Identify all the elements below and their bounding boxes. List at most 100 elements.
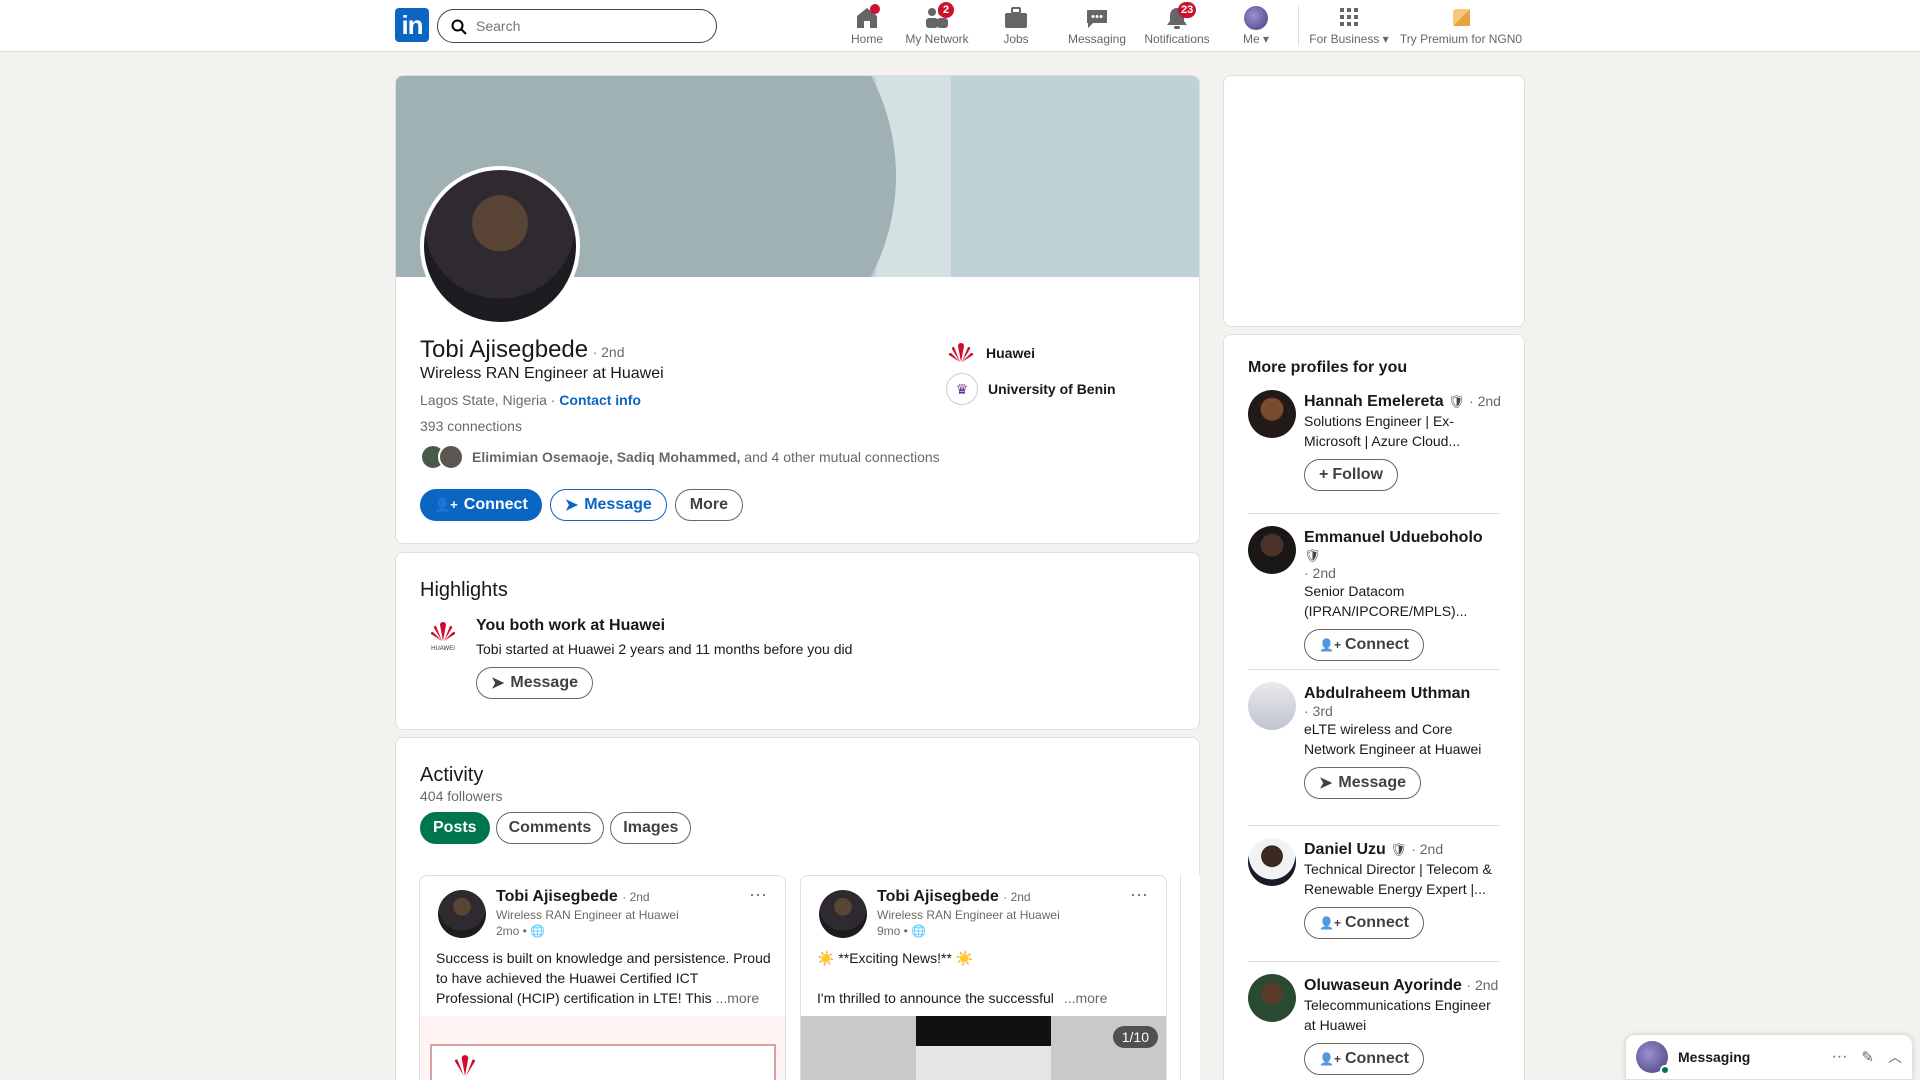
verified-icon: 🛡: [1390, 842, 1407, 857]
current-company[interactable]: Huawei: [946, 338, 1035, 368]
send-icon: ➤: [1319, 775, 1333, 792]
plus-icon: +: [1319, 466, 1329, 483]
connect-button[interactable]: 👤+ Connect: [420, 489, 542, 521]
followers-count: 404 followers: [420, 788, 503, 804]
profile-actions: 👤+ Connect ➤ Message More: [420, 489, 744, 521]
profile-avatar[interactable]: [1248, 390, 1296, 438]
post-author-avatar[interactable]: [819, 890, 867, 938]
profile-card: Tobi Ajisegbede · 2nd Wireless RAN Engin…: [395, 75, 1200, 544]
svg-text:HUAWEI: HUAWEI: [431, 646, 455, 652]
add-person-icon: 👤+: [434, 497, 458, 512]
network-icon: 2: [924, 2, 954, 30]
verified-icon: 🛡: [1304, 548, 1321, 563]
mutual-connections[interactable]: Elimimian Osemaoje, Sadiq Mohammed, and …: [420, 444, 940, 470]
briefcase-icon: [1003, 6, 1029, 30]
search-box[interactable]: [437, 9, 717, 43]
message-button[interactable]: ➤ Message: [1304, 767, 1421, 799]
tab-comments[interactable]: Comments: [495, 812, 605, 844]
search-icon: [451, 19, 467, 35]
more-options-icon[interactable]: ···: [749, 884, 767, 905]
nav-notifications[interactable]: 23 Notifications: [1140, 0, 1214, 52]
nav-jobs[interactable]: Jobs: [986, 0, 1046, 52]
suggested-profile: Emmanuel Udueboholo 🛡 · 2nd Senior Datac…: [1304, 529, 1502, 661]
send-icon: ➤: [564, 497, 579, 514]
post-author-headline: Wireless RAN Engineer at Huawei: [877, 908, 1060, 922]
profile-location: Lagos State, Nigeria ·: [420, 392, 556, 408]
post-text-line: ☀️ **Exciting News!** ☀️: [817, 950, 974, 966]
highlight-message-button[interactable]: ➤ Message: [476, 667, 593, 699]
post-card[interactable]: Tobi Ajisegbede · 2nd Wireless RAN Engin…: [800, 875, 1167, 1080]
profile-headline: Telecommunications Engineer at Huawei: [1304, 997, 1491, 1033]
tab-posts[interactable]: Posts: [420, 812, 490, 844]
next-post-peek: [1180, 875, 1200, 1080]
university-logo: ♛: [946, 373, 978, 405]
messaging-dock[interactable]: Messaging ··· ✎ ︿: [1625, 1034, 1913, 1080]
notifications-badge: 23: [1178, 2, 1197, 18]
suggested-profile: Oluwaseun Ayorinde · 2nd Telecommunicati…: [1304, 977, 1502, 1075]
caret-down-icon: ▾: [1382, 32, 1389, 46]
nav-my-network[interactable]: 2 My Network: [900, 0, 974, 52]
profile-name[interactable]: Emmanuel Udueboholo: [1304, 529, 1483, 546]
grid-icon: [1336, 6, 1362, 30]
nav-messaging[interactable]: Messaging: [1062, 0, 1132, 52]
messaging-label: Messaging: [1678, 1049, 1751, 1065]
profile-headline: Solutions Engineer | Ex-Microsoft | Azur…: [1304, 413, 1461, 449]
more-profiles-title: More profiles for you: [1248, 359, 1408, 376]
profile-photo[interactable]: [420, 166, 580, 326]
connect-button[interactable]: 👤+ Connect: [1304, 907, 1424, 939]
tab-images[interactable]: Images: [610, 812, 692, 844]
profile-name[interactable]: Oluwaseun Ayorinde: [1304, 977, 1462, 994]
profile-avatar[interactable]: [1248, 974, 1296, 1022]
more-options-icon[interactable]: ···: [1130, 884, 1148, 905]
more-options-icon[interactable]: ···: [1831, 1048, 1847, 1066]
profile-headline: eLTE wireless and Core Network Engineer …: [1304, 721, 1482, 757]
post-image[interactable]: [420, 1016, 785, 1080]
profile-headline: Wireless RAN Engineer at Huawei: [420, 365, 664, 382]
post-author-avatar[interactable]: [438, 890, 486, 938]
post-image-carousel[interactable]: 1/10: [801, 1016, 1166, 1080]
add-person-icon: 👤+: [1319, 1052, 1341, 1066]
send-icon: ➤: [491, 675, 505, 692]
linkedin-logo[interactable]: in: [395, 8, 429, 42]
search-input[interactable]: [476, 18, 696, 34]
highlights-title: Highlights: [420, 579, 508, 601]
education[interactable]: ♛ University of Benin: [946, 373, 1116, 405]
nav-premium[interactable]: Try Premium for NGN0: [1398, 0, 1524, 52]
see-more-link[interactable]: ...more: [1064, 990, 1108, 1006]
contact-info-link[interactable]: Contact info: [559, 392, 641, 408]
post-author-headline: Wireless RAN Engineer at Huawei: [496, 908, 679, 922]
post-card[interactable]: Tobi Ajisegbede · 2nd Wireless RAN Engin…: [419, 875, 786, 1080]
add-person-icon: 👤+: [1319, 916, 1341, 930]
post-time: 9mo •: [877, 924, 908, 938]
profile-name[interactable]: Hannah Emelereta: [1304, 393, 1444, 410]
connect-button[interactable]: 👤+ Connect: [1304, 1043, 1424, 1075]
profile-degree: · 2nd: [592, 344, 625, 360]
compose-icon[interactable]: ✎: [1861, 1048, 1874, 1066]
profile-avatar[interactable]: [1248, 526, 1296, 574]
more-button[interactable]: More: [674, 489, 744, 521]
suggested-profile: Hannah Emelereta 🛡 · 2nd Solutions Engin…: [1304, 393, 1502, 491]
connections-count[interactable]: 393 connections: [420, 418, 522, 434]
nav-home[interactable]: Home: [838, 0, 896, 52]
nav-me[interactable]: Me ▾: [1232, 0, 1280, 52]
follow-button[interactable]: + Follow: [1304, 459, 1398, 491]
message-button[interactable]: ➤ Message: [549, 489, 667, 521]
online-status-icon: [1660, 1065, 1670, 1075]
post-author[interactable]: Tobi Ajisegbede: [496, 888, 618, 905]
profile-name[interactable]: Daniel Uzu: [1304, 841, 1386, 858]
profile-name[interactable]: Abdulraheem Uthman: [1304, 685, 1470, 702]
post-author[interactable]: Tobi Ajisegbede: [877, 888, 999, 905]
premium-icon: [1448, 6, 1474, 30]
globe-icon: 🌐: [530, 924, 546, 938]
nav-for-business[interactable]: For Business ▾: [1306, 0, 1392, 52]
mutual-avatar: [438, 444, 464, 470]
messaging-icon: [1084, 6, 1110, 30]
see-more-link[interactable]: ...more: [716, 990, 760, 1006]
chevron-up-icon[interactable]: ︿: [1888, 1047, 1902, 1067]
activity-title: Activity: [420, 764, 484, 786]
highlights-card: Highlights HUAWEI You both work at Huawe…: [395, 552, 1200, 730]
huawei-logo: HUAWEI: [426, 619, 460, 658]
profile-avatar[interactable]: [1248, 682, 1296, 730]
profile-avatar[interactable]: [1248, 838, 1296, 886]
connect-button[interactable]: 👤+ Connect: [1304, 629, 1424, 661]
